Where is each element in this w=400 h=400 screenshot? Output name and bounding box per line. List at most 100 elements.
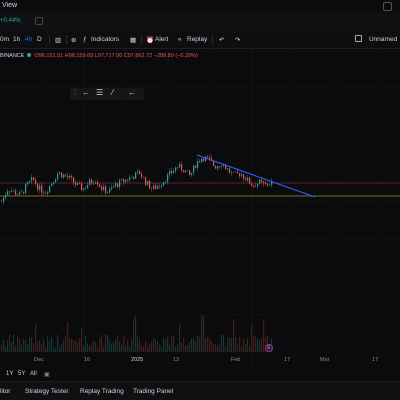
interval-1h[interactable]: 1h xyxy=(13,36,20,43)
volume-bar xyxy=(237,345,239,352)
range-1y[interactable]: 1Y xyxy=(6,371,13,377)
volume-bar xyxy=(53,346,55,352)
candle-body xyxy=(143,177,145,178)
interval-0m[interactable]: 0m xyxy=(0,36,9,43)
volume-bar xyxy=(197,335,199,352)
alert-icon[interactable]: ⏰ xyxy=(146,36,154,44)
replay-button[interactable]: Replay xyxy=(187,36,207,43)
candle-body xyxy=(29,180,31,183)
volume-bar xyxy=(27,344,29,352)
alert-button[interactable]: Alert xyxy=(155,36,168,43)
volume-bar xyxy=(201,315,203,352)
chart-pane[interactable] xyxy=(0,49,400,367)
indicators-button[interactable]: Indicators xyxy=(91,36,119,43)
candle-body xyxy=(39,185,41,190)
candle-body xyxy=(255,186,257,187)
candle-body xyxy=(63,174,65,178)
tab-editor[interactable]: litor xyxy=(0,388,10,395)
volume-bar xyxy=(239,336,241,352)
candle-body xyxy=(61,172,63,178)
volume-bar xyxy=(21,344,23,352)
volume-bar xyxy=(189,341,191,352)
candle-body xyxy=(125,179,127,183)
candle-body xyxy=(265,183,267,185)
candle-body xyxy=(201,158,203,163)
candle-body xyxy=(249,177,251,184)
volume-bar xyxy=(157,341,159,352)
layout-name[interactable]: Unnamed xyxy=(369,36,397,43)
volume-bar xyxy=(243,338,245,352)
lines-icon[interactable]: ☰ xyxy=(96,88,103,97)
event-badge[interactable]: E xyxy=(265,344,273,352)
candle-body xyxy=(45,193,47,195)
candle-type-icon[interactable]: ▥ xyxy=(55,36,61,44)
volume-bar xyxy=(119,341,121,352)
volume-bar xyxy=(191,338,193,352)
volume-bar xyxy=(31,337,33,352)
add-tab-icon[interactable] xyxy=(35,17,43,25)
volume-bar xyxy=(51,336,53,352)
templates-icon[interactable]: ▦ xyxy=(130,36,136,44)
candle-body xyxy=(27,182,29,185)
candle-body xyxy=(75,182,77,185)
volume-bar xyxy=(159,345,161,352)
volume-bar xyxy=(183,337,185,352)
candle-body xyxy=(169,171,171,175)
arrow-back-icon[interactable]: ← xyxy=(128,88,136,97)
interval-4h[interactable]: 4h xyxy=(25,36,32,43)
candle-body xyxy=(135,172,137,179)
volume-bar xyxy=(211,341,213,352)
tab-replay-trading[interactable]: Replay Trading xyxy=(80,388,124,395)
volume-bar xyxy=(49,341,51,352)
volume-bar xyxy=(11,342,13,352)
candle-body xyxy=(173,171,175,174)
candle-body xyxy=(141,174,143,178)
volume-bar xyxy=(251,324,253,352)
indicators-icon[interactable]: ƒ xyxy=(83,36,87,43)
candle-body xyxy=(261,179,263,182)
volume-bar xyxy=(75,340,77,352)
range-5y[interactable]: 5Y xyxy=(18,371,25,377)
candle-body xyxy=(153,185,155,189)
range-all[interactable]: All xyxy=(30,371,37,377)
undo-icon[interactable]: ↶ xyxy=(219,36,224,44)
volume-bar xyxy=(15,345,17,352)
volume-bar xyxy=(87,343,89,352)
redo-icon[interactable]: ↷ xyxy=(235,36,240,44)
legend-symbol[interactable]: BINANCE xyxy=(0,53,24,59)
candle-body xyxy=(165,181,167,183)
candle-body xyxy=(239,172,241,176)
window-button[interactable] xyxy=(383,2,392,11)
candle-body xyxy=(139,171,141,175)
compare-icon[interactable]: ⊕ xyxy=(71,36,76,44)
candle-body xyxy=(189,170,191,175)
arrow-left-icon[interactable]: ← xyxy=(82,88,90,97)
candle-body xyxy=(107,192,109,194)
volume-bar xyxy=(47,336,49,352)
tab-strategy-tester[interactable]: Strategy Tester xyxy=(25,388,69,395)
volume-bar xyxy=(167,337,169,352)
volume-bar xyxy=(103,346,105,352)
candle-body xyxy=(9,191,11,192)
volume-bar xyxy=(123,336,125,352)
candle-body xyxy=(115,183,117,187)
candle-body xyxy=(11,191,13,192)
candle-body xyxy=(31,177,33,181)
drag-handle-icon[interactable]: ⁞ xyxy=(74,88,76,97)
candle-body xyxy=(51,183,53,186)
ticker-change[interactable]: +0.44% xyxy=(0,18,21,24)
volume-bar xyxy=(213,344,215,352)
calendar-icon[interactable]: ▣ xyxy=(44,371,50,378)
price-chart[interactable] xyxy=(0,49,400,367)
candle-body xyxy=(197,161,199,168)
interval-d[interactable]: D xyxy=(37,36,42,43)
view-menu[interactable]: View xyxy=(2,2,17,9)
candle-body xyxy=(251,183,253,187)
layout-checkbox[interactable] xyxy=(355,35,362,42)
legend-open: O96,151.51 xyxy=(34,53,64,59)
volume-bar xyxy=(187,344,189,352)
tab-trading-panel[interactable]: Trading Panel xyxy=(133,388,173,395)
replay-icon[interactable]: « xyxy=(178,36,182,43)
candle-body xyxy=(229,168,231,173)
diagonal-line-icon[interactable]: ⁄ xyxy=(112,88,113,97)
